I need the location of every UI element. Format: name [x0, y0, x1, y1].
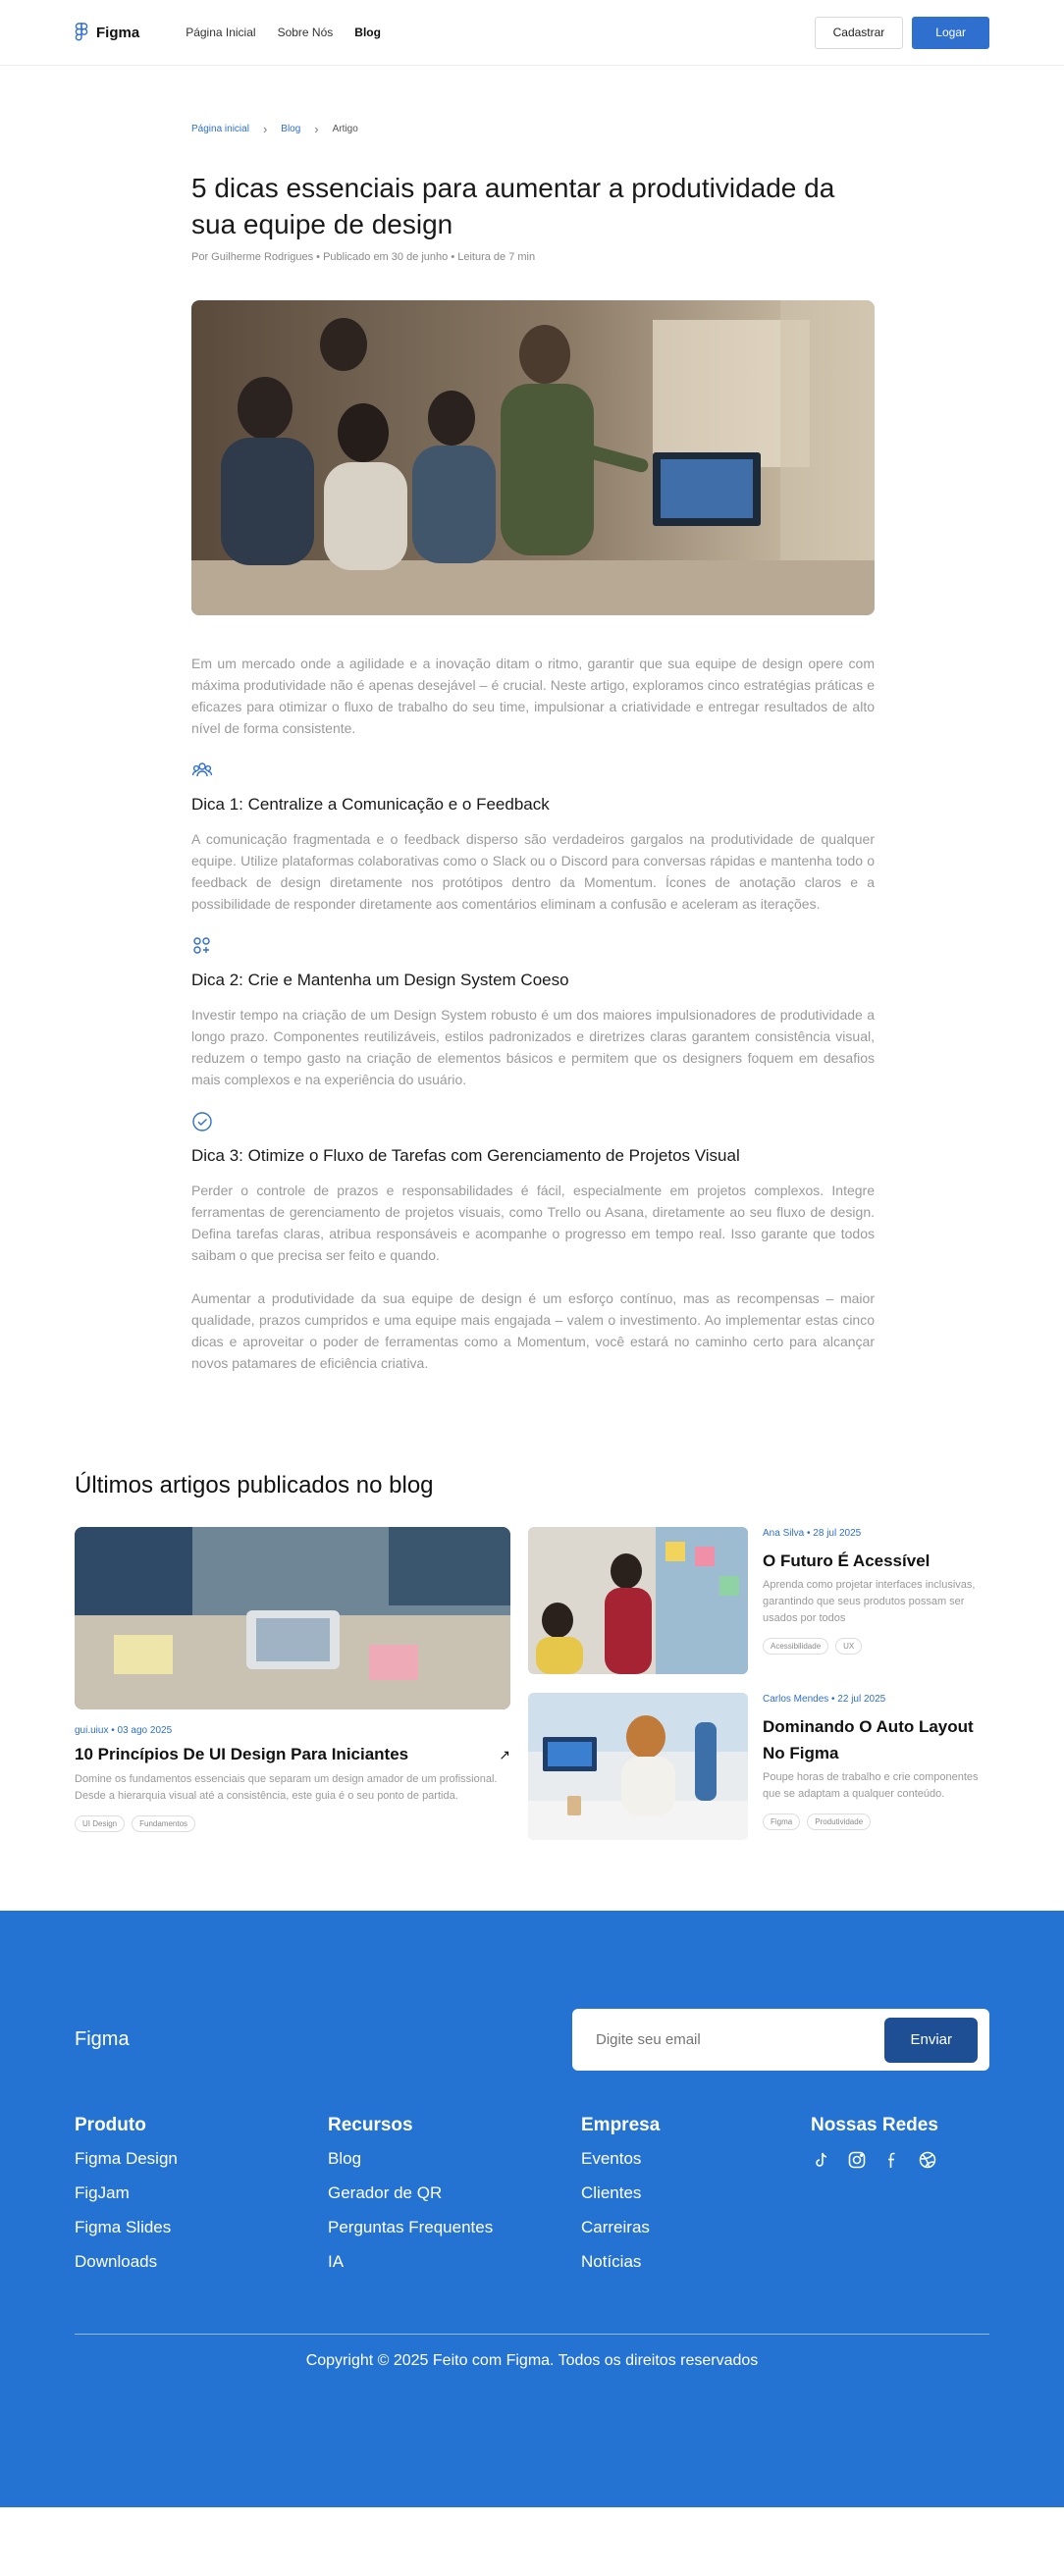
dribbble-icon[interactable]	[917, 2149, 938, 2171]
post-card[interactable]: Ana Silva • 28 jul 2025 O Futuro É Acess…	[528, 1527, 989, 1674]
post-title[interactable]: O Futuro É Acessível	[763, 1548, 989, 1574]
latest-title: Últimos artigos publicados no blog	[75, 1472, 434, 1498]
footer-link[interactable]: Downloads	[75, 2252, 328, 2272]
hero-image	[191, 300, 875, 615]
nav-home[interactable]: Página Inicial	[186, 26, 255, 39]
brand-name: Figma	[96, 24, 140, 41]
tip-3-body: Perder o controle de prazos e responsabi…	[191, 1183, 875, 1263]
post-meta: Carlos Mendes • 22 jul 2025	[763, 1694, 886, 1705]
post-tags: Figma Produtividade	[763, 1814, 989, 1830]
users-icon	[191, 760, 213, 781]
email-field[interactable]	[596, 2031, 885, 2048]
tag[interactable]: Produtividade	[807, 1814, 872, 1830]
tip-2-title: Dica 2: Crie e Mantenha um Design System…	[191, 971, 569, 989]
post-card[interactable]: Carlos Mendes • 22 jul 2025 Dominando O …	[528, 1693, 989, 1840]
footer-link[interactable]: Gerador de QR	[328, 2183, 581, 2203]
site-footer: Figma Enviar Produto Figma Design FigJam…	[0, 1911, 1064, 2507]
tip-1-body: A comunicação fragmentada e o feedback d…	[191, 831, 875, 912]
send-button[interactable]: Enviar	[884, 2017, 978, 2063]
tag[interactable]: Fundamentos	[132, 1815, 196, 1832]
footer-link[interactable]: IA	[328, 2252, 581, 2272]
post-image	[528, 1527, 748, 1674]
featured-post-meta: gui.uiux • 03 ago 2025	[75, 1725, 173, 1736]
check-circle-icon	[191, 1111, 213, 1132]
tip-1-title: Dica 1: Centralize a Comunicação e o Fee…	[191, 795, 550, 814]
tag[interactable]: Acessibilidade	[763, 1638, 829, 1655]
breadcrumb-blog[interactable]: Blog	[281, 124, 300, 134]
footer-column-title: Empresa	[581, 2115, 661, 2135]
footer-column-produto: Produto Figma Design FigJam Figma Slides…	[75, 2115, 328, 2287]
components-icon	[191, 935, 213, 957]
copyright: Copyright © 2025 Feito com Figma. Todos …	[305, 2352, 759, 2369]
featured-post-title[interactable]: 10 Princípios De UI Design Para Iniciant…	[75, 1745, 408, 1764]
breadcrumb-home[interactable]: Página inicial	[191, 124, 249, 134]
login-button[interactable]: Logar	[912, 16, 989, 49]
featured-post-desc: Domine os fundamentos essenciais que sep…	[75, 1773, 498, 1802]
post-desc: Poupe horas de trabalho e crie component…	[763, 1771, 979, 1800]
post-title[interactable]: Dominando O Auto Layout No Figma	[763, 1713, 989, 1766]
footer-column-title: Produto	[75, 2115, 146, 2135]
nav-about[interactable]: Sobre Nós	[278, 26, 334, 39]
tag[interactable]: Figma	[763, 1814, 801, 1830]
tip-3-title: Dica 3: Otimize o Fluxo de Tarefas com G…	[191, 1146, 740, 1165]
latest-articles: Últimos artigos publicados no blog gui.u…	[0, 1472, 1064, 1840]
post-tags: Acessibilidade UX	[763, 1638, 989, 1655]
featured-post-image	[75, 1527, 510, 1709]
footer-link[interactable]: Eventos	[581, 2149, 811, 2169]
chevron-right-icon: ›	[262, 122, 268, 136]
article-conclusion: Aumentar a produtividade da sua equipe d…	[191, 1290, 875, 1371]
footer-link[interactable]: Clientes	[581, 2183, 811, 2203]
post-meta: Ana Silva • 28 jul 2025	[763, 1528, 862, 1539]
tag[interactable]: UI Design	[75, 1815, 126, 1832]
featured-post-tags: UI Design Fundamentos	[75, 1815, 510, 1832]
tiktok-icon[interactable]	[811, 2149, 832, 2171]
footer-column-title: Nossas Redes	[811, 2115, 938, 2135]
footer-column-recursos: Recursos Blog Gerador de QR Perguntas Fr…	[328, 2115, 581, 2287]
nav-blog[interactable]: Blog	[354, 26, 381, 39]
footer-brand[interactable]: Figma	[75, 2028, 130, 2051]
article: Página inicial › Blog › Artigo 5 dicas e…	[191, 123, 875, 1374]
breadcrumb-current: Artigo	[332, 124, 358, 134]
tag[interactable]: UX	[835, 1638, 863, 1655]
header-actions: Cadastrar Logar	[814, 16, 989, 49]
footer-link[interactable]: Notícias	[581, 2252, 811, 2272]
site-header: Figma Página Inicial Sobre Nós Blog Cada…	[0, 0, 1064, 66]
featured-post-card[interactable]: gui.uiux • 03 ago 2025 10 Princípios De …	[75, 1527, 510, 1840]
footer-column-title: Recursos	[328, 2115, 413, 2135]
facebook-icon[interactable]	[881, 2149, 903, 2171]
footer-column-socials: Nossas Redes	[811, 2115, 938, 2287]
figma-logo-icon	[75, 23, 88, 41]
signup-button[interactable]: Cadastrar	[814, 16, 904, 49]
footer-link[interactable]: Figma Slides	[75, 2218, 328, 2237]
footer-link[interactable]: Figma Design	[75, 2149, 328, 2169]
footer-link[interactable]: FigJam	[75, 2183, 328, 2203]
footer-divider	[75, 2334, 989, 2335]
arrow-up-right-icon[interactable]: ↗	[499, 1747, 510, 1763]
newsletter-form: Enviar	[572, 2009, 989, 2071]
main-nav: Página Inicial Sobre Nós Blog	[186, 26, 381, 39]
chevron-right-icon: ›	[314, 122, 319, 136]
tip-2-body: Investir tempo na criação de um Design S…	[191, 1007, 875, 1087]
article-meta: Por Guilherme Rodrigues • Publicado em 3…	[191, 251, 536, 263]
footer-column-empresa: Empresa Eventos Clientes Carreiras Notíc…	[581, 2115, 811, 2287]
post-image	[528, 1693, 748, 1840]
footer-link[interactable]: Blog	[328, 2149, 581, 2169]
breadcrumb: Página inicial › Blog › Artigo	[191, 123, 875, 135]
footer-link[interactable]: Perguntas Frequentes	[328, 2218, 581, 2237]
post-desc: Aprenda como projetar interfaces inclusi…	[763, 1579, 976, 1624]
brand-logo[interactable]: Figma	[75, 23, 139, 42]
footer-link[interactable]: Carreiras	[581, 2218, 811, 2237]
page-title: 5 dicas essenciais para aumentar a produ…	[191, 173, 835, 239]
instagram-icon[interactable]	[846, 2149, 868, 2171]
article-intro: Em um mercado onde a agilidade e a inova…	[191, 656, 875, 736]
